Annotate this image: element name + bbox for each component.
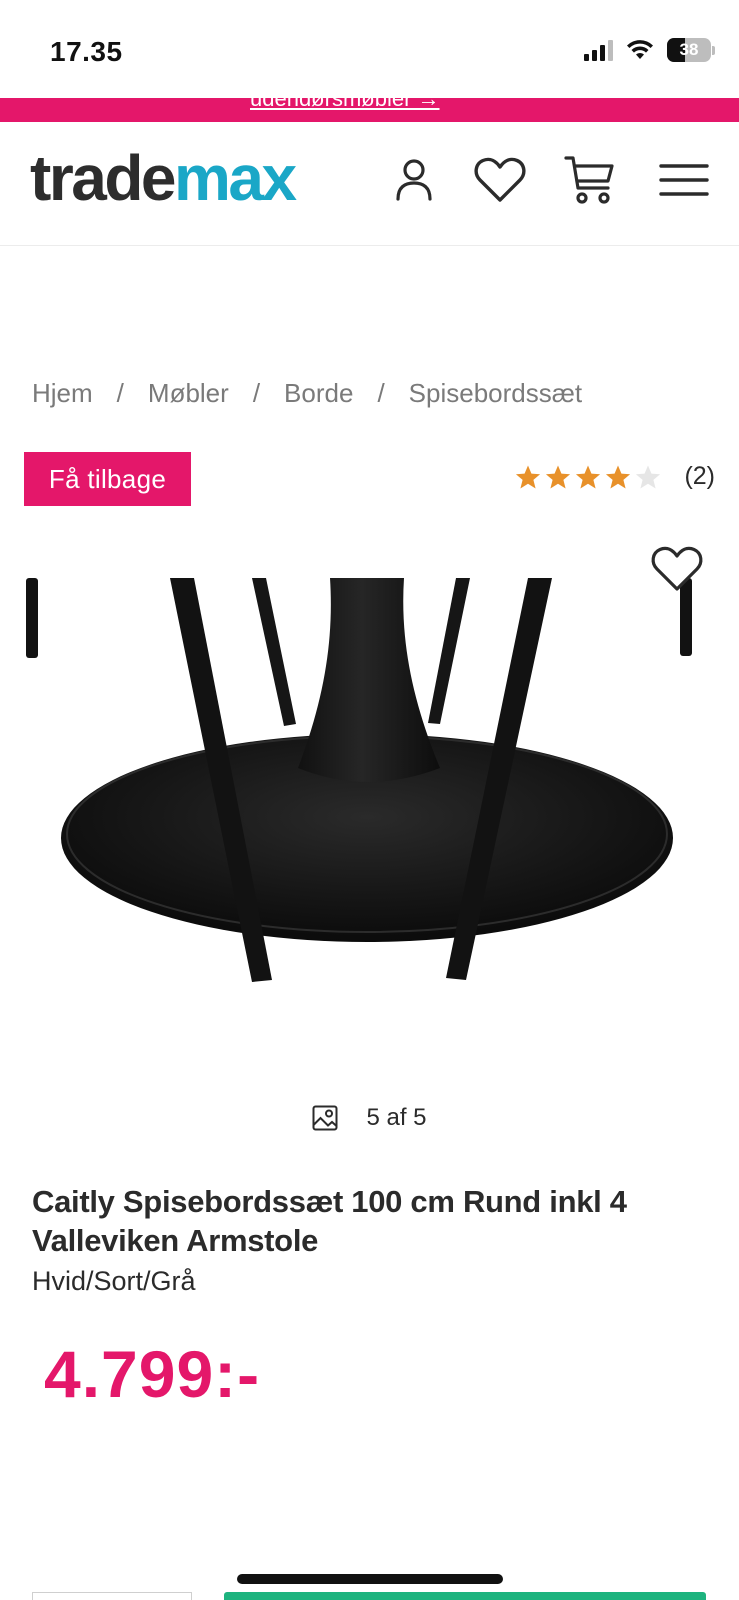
product-price: 4.799:- xyxy=(44,1337,261,1411)
quantity-box[interactable] xyxy=(32,1592,192,1600)
status-bar: 17.35 38 xyxy=(0,0,739,98)
wifi-icon xyxy=(627,40,653,59)
breadcrumb-separator: / xyxy=(377,378,385,408)
promo-link[interactable]: udendørsmøbler → xyxy=(250,98,440,112)
image-counter-text: 5 af 5 xyxy=(366,1104,427,1131)
cellular-signal-icon xyxy=(584,39,613,61)
status-time: 17.35 xyxy=(50,36,123,67)
menu-icon[interactable] xyxy=(656,152,712,208)
star-filled-icon xyxy=(606,465,631,488)
product-variant: Hvid/Sort/Grå xyxy=(32,1266,196,1296)
status-icons: 38 xyxy=(584,38,715,62)
wishlist-heart-icon[interactable] xyxy=(472,152,528,208)
logo-part-max: max xyxy=(174,142,297,214)
product-image[interactable] xyxy=(0,530,739,1050)
trademax-logo[interactable]: trademax xyxy=(30,146,297,210)
cart-icon[interactable] xyxy=(562,152,618,208)
add-to-favorites-button[interactable] xyxy=(650,544,704,594)
breadcrumb-dining-sets[interactable]: Spisebordssæt xyxy=(409,378,582,409)
breadcrumb: Hjem / Møbler / Borde / Spisebordssæt xyxy=(32,378,582,409)
logo-part-trade: trade xyxy=(30,142,177,214)
promo-banner[interactable]: udendørsmøbler → xyxy=(0,98,739,122)
breadcrumb-separator: / xyxy=(252,378,261,408)
star-empty-icon xyxy=(636,465,661,488)
breadcrumb-separator: / xyxy=(116,378,124,408)
rating-stars xyxy=(514,464,662,490)
cashback-badge: Få tilbage xyxy=(24,452,191,506)
image-counter: 5 af 5 xyxy=(0,1104,739,1132)
site-header: trademax xyxy=(0,122,739,246)
breadcrumb-tables[interactable]: Borde xyxy=(284,378,353,409)
breadcrumb-home[interactable]: Hjem xyxy=(32,378,93,409)
star-filled-icon xyxy=(516,465,541,488)
product-rating[interactable]: (2) xyxy=(514,462,715,491)
account-icon[interactable] xyxy=(386,152,442,208)
image-gallery-icon xyxy=(312,1105,338,1131)
battery-icon: 38 xyxy=(667,38,715,62)
product-title: Caitly Spisebordssæt 100 cm Rund inkl 4 … xyxy=(32,1184,627,1258)
star-filled-icon xyxy=(576,465,601,488)
review-count[interactable]: (2) xyxy=(684,462,715,491)
breadcrumb-furniture[interactable]: Møbler xyxy=(148,378,229,409)
star-filled-icon xyxy=(546,465,571,488)
battery-level: 38 xyxy=(679,40,699,59)
heart-icon xyxy=(651,546,703,591)
product-photo-table-base xyxy=(26,578,692,982)
home-indicator[interactable] xyxy=(237,1574,503,1584)
add-to-cart-button[interactable] xyxy=(224,1592,706,1600)
